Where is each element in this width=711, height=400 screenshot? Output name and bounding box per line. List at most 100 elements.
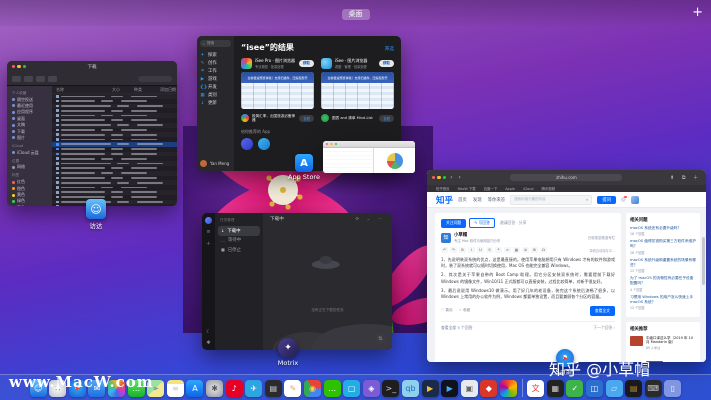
favorite-item[interactable]: iCloud — [523, 187, 534, 191]
format-tool-icon[interactable]: U — [477, 247, 484, 253]
finder-sidebar-item[interactable]: 网络 — [7, 164, 52, 170]
get-button[interactable]: 获取 — [379, 60, 394, 67]
stats-list[interactable] — [323, 148, 374, 173]
finder-sidebar-item[interactable]: iCloud 云盘 — [7, 150, 52, 156]
filter-link[interactable]: 筛选 — [385, 46, 394, 52]
add-desktop-button[interactable]: + — [692, 6, 703, 19]
back-forward-buttons[interactable]: ‹ › — [450, 174, 463, 181]
task-panel-actions[interactable]: ⟳ ⌄ ⋯ — [355, 217, 385, 222]
motrix-app-icon[interactable]: ✦ — [278, 338, 298, 358]
favorite-button[interactable]: ☆ 收藏 — [459, 308, 471, 313]
view-all-answers-link[interactable]: 查看全部 5 个回答 — [441, 325, 472, 331]
share-button[interactable] — [36, 76, 45, 82]
traffic-lights[interactable] — [326, 143, 337, 145]
motrix-window[interactable]: ≡ ＋ ☾ ✱ 任务管理 ↓ 下载中 … 等待中 — [202, 213, 392, 350]
format-tool-icon[interactable]: ↷ — [450, 247, 457, 253]
app-screenshot[interactable]: 全新极速预览体验！支持扫描件、压缩包秒开 — [241, 72, 314, 109]
author-avatar[interactable]: 知 — [441, 233, 451, 243]
video-stack-icon[interactable]: ▤ — [625, 380, 642, 397]
app-screenshot[interactable]: 全新极速预览体验！支持扫描件、压缩包秒开 — [321, 72, 394, 109]
format-tool-icon[interactable]: ❝ — [495, 247, 502, 253]
app-result-card[interactable]: iSee Pro · 图片浏览器 专业看图 · 批量处理 获取 全新极速预览体验… — [241, 58, 314, 109]
view-button[interactable]: 查看 — [299, 115, 314, 122]
telegram-icon[interactable]: ✈ — [245, 380, 262, 397]
view-segment-control[interactable] — [12, 76, 21, 82]
zhihu-search-box[interactable]: 搜索你感兴趣的内容 ⌕ — [510, 195, 592, 205]
isee-stats-window[interactable] — [323, 141, 415, 173]
system-preferences-icon[interactable]: ✱ — [206, 380, 223, 397]
file-row[interactable] — [52, 204, 177, 206]
zhihu-nav-item[interactable]: 发现 — [473, 197, 482, 203]
app-store-sidebar-item[interactable]: ▦ 类别 — [200, 91, 231, 99]
related-question[interactable]: 为了 macOS 的流畅性有必要在乎设备配置吗？ 4 个回答 — [630, 276, 696, 291]
motrix-logo-icon[interactable] — [205, 217, 212, 224]
write-answer-button[interactable]: ✎ 写回答 — [469, 218, 495, 228]
app-store-sidebar-item[interactable]: ▶ 游戏 — [200, 75, 231, 83]
favorite-item[interactable]: MacW 下载 — [458, 186, 476, 191]
green-sync-app-icon[interactable]: ✓ — [566, 380, 583, 397]
finder-sidebar-item[interactable]: 图片 — [7, 135, 52, 141]
app-store-app-icon[interactable]: A — [295, 154, 313, 172]
format-tool-icon[interactable]: ⊞ — [531, 247, 538, 253]
task-list-icon[interactable]: ≡ — [206, 229, 210, 235]
downloads-folder-icon[interactable]: ▱ — [606, 380, 623, 397]
favorite-item[interactable]: 腾讯视频 — [542, 186, 556, 191]
trash-icon[interactable]: ▯ — [664, 380, 681, 397]
iina-icon[interactable]: ▶ — [441, 380, 458, 397]
purple-shield-app-icon[interactable]: ◈ — [363, 380, 380, 397]
format-tool-icon[interactable]: ∞ — [504, 247, 511, 253]
finder-app-icon[interactable]: ☺ — [86, 199, 106, 219]
format-tool-icon[interactable]: ↶ — [441, 247, 448, 253]
desktop-space-label[interactable]: 桌面 — [342, 9, 370, 20]
ask-question-button[interactable]: 提问 — [597, 196, 616, 204]
next-answer-link[interactable]: 下一个回答 › — [593, 325, 615, 331]
notifications-bell-icon[interactable]: ◎ — [621, 197, 626, 203]
keyboard-app-icon[interactable]: ⌨ — [645, 380, 662, 397]
format-tool-icon[interactable]: Ω — [540, 247, 547, 253]
favorite-item[interactable]: 百度一下 — [484, 186, 498, 191]
speed-fab-button[interactable]: ⇅ — [375, 333, 386, 344]
screenshot-app-icon[interactable]: ▣ — [461, 380, 478, 397]
app-store-account[interactable]: Yan Meng — [200, 160, 231, 167]
collection-note[interactable]: 已收录至精选专栏 — [588, 235, 615, 240]
app-store-sidebar-item[interactable]: ✦ 探索 — [200, 51, 231, 59]
add-task-icon[interactable]: ＋ — [206, 240, 211, 247]
app-result-mini[interactable]: 图表 and 清单 Mind-List 查看 — [321, 114, 394, 123]
potplayer-icon[interactable]: ▶ — [422, 380, 439, 397]
format-tool-icon[interactable]: ▦ — [513, 247, 520, 253]
action-button[interactable] — [48, 76, 57, 82]
app-result-mini[interactable]: 极简汇率，出国旅游必备神器 查看 — [241, 114, 314, 123]
safari-window[interactable]: ‹ › zhihu.com ⬆ ⧉ ＋ 知乎首页MacW 下载百度一下Apple… — [427, 170, 706, 362]
pinwheel-app-icon[interactable] — [500, 380, 517, 397]
follow-question-button[interactable]: 关注问题 — [441, 219, 466, 228]
netease-music-icon[interactable]: ♪ — [226, 380, 243, 397]
format-tool-icon[interactable]: ≣ — [522, 247, 529, 253]
read-more-button[interactable]: 查看全文 — [590, 306, 615, 316]
app-store-sidebar-item[interactable]: ❮❯ 开发 — [200, 83, 231, 91]
theme-icon[interactable]: ☾ — [206, 329, 210, 335]
qbittorrent-icon[interactable]: qb — [402, 380, 419, 397]
finder-column-headers[interactable]: 名称大小 种类添加日期 — [52, 86, 177, 94]
video-grid-app-icon[interactable]: ▦ — [547, 380, 564, 397]
related-question[interactable]: macOS 系统升级和重置系统的场景有哪些？ 13 个回答 — [630, 258, 696, 273]
favorite-item[interactable]: 知乎首页 — [436, 186, 450, 191]
task-filter-item[interactable]: ■ 已停止 — [218, 245, 260, 255]
view-button[interactable]: 查看 — [379, 115, 394, 122]
format-tool-icon[interactable]: S — [486, 247, 493, 253]
app-store-sidebar-item[interactable]: ↓ 更新 — [200, 99, 231, 107]
zhihu-nav-item[interactable]: 首页 — [458, 197, 467, 203]
invite-share-links[interactable]: 邀请回答 · 分享 — [500, 220, 526, 226]
finder-sidebar-item[interactable]: 蓝色 — [7, 205, 52, 206]
task-filter-item[interactable]: ↓ 下载中 — [218, 226, 260, 236]
app-store-sidebar-item[interactable]: ✎ 创作 — [200, 59, 231, 67]
settings-icon[interactable]: ✱ — [206, 340, 210, 346]
like-button[interactable]: ♡ 喜欢 — [441, 308, 453, 313]
recommended-app-icon[interactable] — [241, 138, 253, 150]
share-tabs-buttons[interactable]: ⬆ ⧉ ＋ — [670, 174, 701, 181]
recommended-app-icon[interactable] — [258, 138, 270, 150]
related-question[interactable]: macOS 值得花钱购买第三方软件来维护吗？ 26 个回答 — [630, 239, 696, 254]
zhihu-nav-item[interactable]: 等你来答 — [488, 197, 506, 203]
chrome-icon[interactable]: ◉ — [304, 380, 321, 397]
app-store-search-field[interactable]: ⌕ 搜索 — [200, 40, 231, 47]
bilibili-icon[interactable]: ▢ — [343, 380, 360, 397]
